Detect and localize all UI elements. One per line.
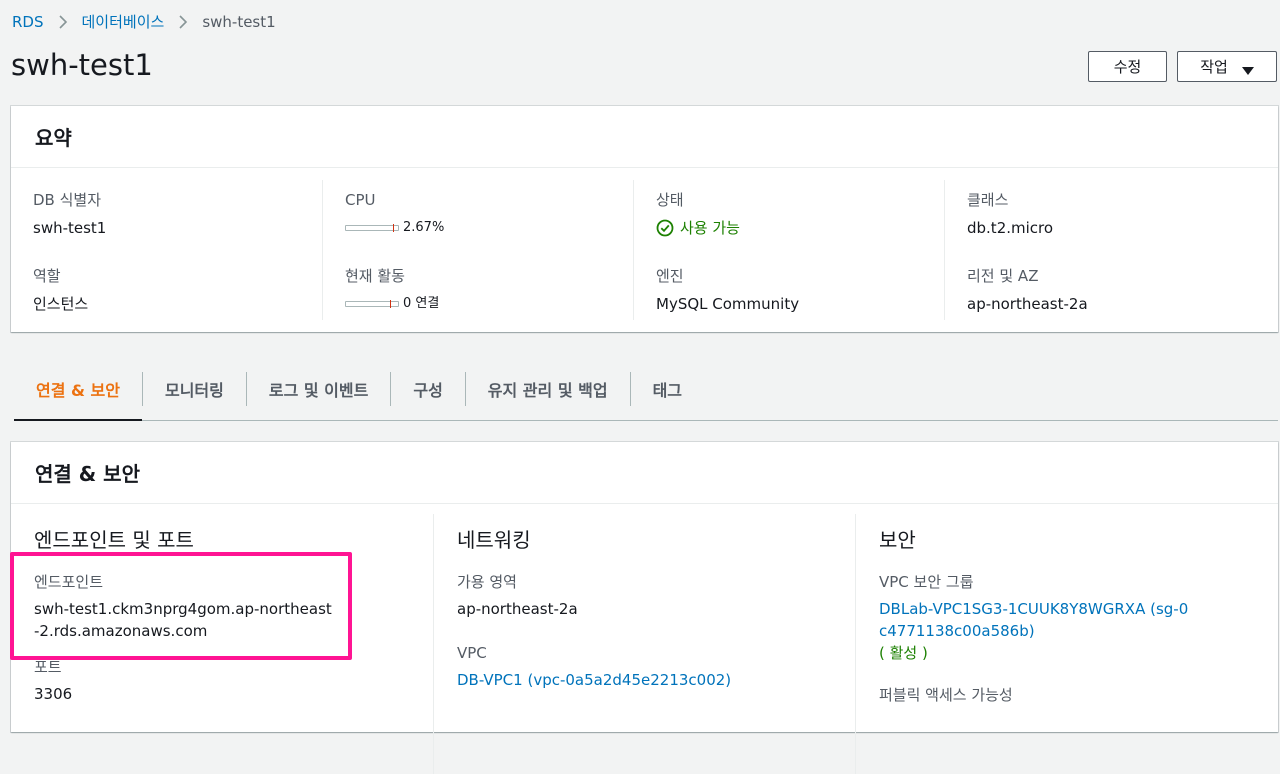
- status-value: 사용 가능: [656, 216, 944, 240]
- vpc-label: VPC: [457, 644, 487, 662]
- connectivity-title: 연결 & 보안: [35, 462, 140, 486]
- security-column: 보안 VPC 보안 그룹 DBLab-VPC1SG3-1CUUK8Y8WGRXA…: [855, 514, 1277, 774]
- security-group-status: ( 활성 ): [879, 644, 928, 662]
- role-value: 인스턴스: [33, 295, 89, 313]
- summary-panel: 요약 DB 식별자 swh-test1 역할 인스턴스 CPU 2.67% 현재…: [11, 106, 1278, 332]
- connectivity-columns: 엔드포인트 및 포트 엔드포인트 swh-test1.ckm3nprg4gom.…: [11, 504, 1278, 774]
- current-activity-label: 현재 활동: [345, 267, 405, 285]
- vpc-link[interactable]: DB-VPC1 (vpc-0a5a2d45e2213c002): [457, 669, 767, 691]
- endpoint-port-column: 엔드포인트 및 포트 엔드포인트 swh-test1.ckm3nprg4gom.…: [11, 514, 433, 774]
- detail-tabs: 연결 & 보안 모니터링 로그 및 이벤트 구성 유지 관리 및 백업 태그: [14, 358, 1278, 421]
- engine-value: MySQL Community: [656, 295, 800, 313]
- class-label: 클래스: [967, 191, 1009, 209]
- cpu-label: CPU: [345, 191, 376, 209]
- port-value: 3306: [34, 685, 73, 703]
- activity-marker: [390, 300, 391, 308]
- tab-tags[interactable]: 태그: [631, 358, 704, 420]
- tab-connectivity-security[interactable]: 연결 & 보안: [14, 358, 142, 421]
- breadcrumb-current: swh-test1: [202, 12, 276, 31]
- cpu-usage-bar: [345, 224, 399, 232]
- chevron-right-icon: [56, 12, 70, 32]
- activity-metric: 0 연결: [345, 292, 633, 316]
- summary-col-class: 클래스 db.t2.micro 리전 및 AZ ap-northeast-2a: [944, 180, 1255, 320]
- summary-col-cpu: CPU 2.67% 현재 활동 0 연결: [322, 180, 633, 320]
- availability-zone-label: 가용 영역: [457, 573, 517, 591]
- security-group-label: VPC 보안 그룹: [879, 573, 974, 591]
- status-label: 상태: [656, 191, 684, 209]
- breadcrumb-rds[interactable]: RDS: [12, 13, 44, 31]
- actions-dropdown-button[interactable]: 작업: [1177, 51, 1277, 82]
- breadcrumb-databases[interactable]: 데이터베이스: [82, 11, 165, 32]
- edit-button[interactable]: 수정: [1088, 51, 1167, 82]
- page-title: swh-test1: [11, 48, 153, 82]
- endpoint-section-title: 엔드포인트 및 포트: [34, 528, 194, 552]
- tab-monitoring[interactable]: 모니터링: [143, 358, 246, 420]
- summary-title: 요약: [35, 126, 72, 150]
- cpu-metric: 2.67%: [345, 216, 633, 240]
- connectivity-header: 연결 & 보안: [11, 442, 1278, 504]
- activity-value: 0 연결: [403, 296, 440, 311]
- role-label: 역할: [33, 267, 61, 285]
- region-az-label: 리전 및 AZ: [967, 267, 1039, 285]
- endpoint-label: 엔드포인트: [34, 573, 104, 591]
- availability-zone-value: ap-northeast-2a: [457, 600, 578, 618]
- summary-columns: DB 식별자 swh-test1 역할 인스턴스 CPU 2.67% 현재 활동…: [11, 168, 1278, 320]
- chevron-right-icon: [176, 12, 190, 32]
- engine-label: 엔진: [656, 267, 684, 285]
- breadcrumb: RDS 데이터베이스 swh-test1: [12, 11, 276, 32]
- tab-configuration[interactable]: 구성: [391, 358, 464, 420]
- class-value: db.t2.micro: [967, 219, 1054, 237]
- cpu-usage-marker: [392, 224, 394, 232]
- security-group-link[interactable]: DBLab-VPC1SG3-1CUUK8Y8WGRXA (sg-0c477113…: [879, 598, 1189, 642]
- cpu-value: 2.67%: [403, 220, 445, 235]
- summary-col-status: 상태 사용 가능 엔진 MySQL Community: [633, 180, 944, 320]
- db-identifier-value: swh-test1: [33, 219, 107, 237]
- summary-header: 요약: [11, 106, 1278, 168]
- public-access-label: 퍼블릭 액세스 가능성: [879, 686, 1013, 704]
- activity-bar: [345, 300, 399, 308]
- caret-down-icon: [1241, 62, 1254, 75]
- endpoint-value: swh-test1.ckm3nprg4gom.ap-northeast-2.rd…: [34, 600, 332, 640]
- region-az-value: ap-northeast-2a: [967, 295, 1088, 313]
- port-label: 포트: [34, 658, 62, 676]
- connectivity-panel: 연결 & 보안 엔드포인트 및 포트 엔드포인트 swh-test1.ckm3n…: [11, 442, 1278, 774]
- networking-section-title: 네트워킹: [457, 528, 531, 552]
- edit-button-label: 수정: [1113, 58, 1142, 76]
- security-section-title: 보안: [879, 528, 916, 552]
- actions-button-label: 작업: [1200, 58, 1228, 76]
- check-circle-icon: [656, 219, 674, 237]
- summary-col-identifier: DB 식별자 swh-test1 역할 인스턴스: [11, 180, 322, 320]
- tab-logs-events[interactable]: 로그 및 이벤트: [247, 358, 390, 420]
- networking-column: 네트워킹 가용 영역 ap-northeast-2a VPC DB-VPC1 (…: [433, 514, 855, 774]
- status-text: 사용 가능: [680, 219, 740, 237]
- tab-maintenance-backups[interactable]: 유지 관리 및 백업: [466, 358, 630, 420]
- db-identifier-label: DB 식별자: [33, 191, 102, 209]
